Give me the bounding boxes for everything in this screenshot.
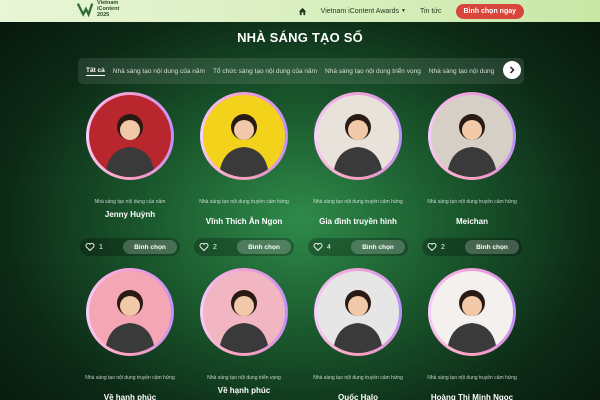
tabs-next-button[interactable] bbox=[503, 61, 521, 79]
heart-icon[interactable] bbox=[85, 242, 95, 252]
vote-count: 4 bbox=[327, 243, 331, 251]
person-photo-icon bbox=[447, 114, 497, 177]
nav-awards-label: Vietnam iContent Awards bbox=[320, 7, 399, 15]
avatar-ring bbox=[428, 268, 516, 356]
avatar-ring bbox=[200, 92, 288, 180]
creator-category: Nhà sáng tạo nội dung truyền cảm hứng bbox=[427, 199, 517, 205]
creator-name[interactable]: Về hạnh phúc bbox=[80, 393, 180, 400]
person-photo-icon bbox=[219, 290, 269, 353]
vote-button[interactable]: Bình chọn bbox=[237, 240, 291, 254]
creator-name[interactable]: Hoàng Thị Minh Ngọc bbox=[422, 393, 522, 400]
person-photo-icon bbox=[333, 290, 383, 353]
page-title: NHÀ SÁNG TẠO SỐ bbox=[237, 30, 363, 45]
heart-icon[interactable] bbox=[199, 242, 209, 252]
nav-awards[interactable]: Vietnam iContent Awards ▼ bbox=[321, 8, 406, 15]
tab-organization-of-year[interactable]: Tổ chức sáng tạo nội dung của năm bbox=[213, 68, 317, 75]
vote-button[interactable]: Bình chọn bbox=[465, 240, 519, 254]
creator-category: Nhà sáng tạo nội dung truyền cảm hứng bbox=[427, 375, 517, 381]
avatar[interactable] bbox=[431, 271, 513, 353]
logo-line-3: 2025 bbox=[97, 12, 110, 18]
logo-text: Vietnam iContent 2025 bbox=[97, 0, 119, 18]
avatar[interactable] bbox=[203, 95, 285, 177]
heart-icon[interactable] bbox=[313, 242, 323, 252]
vote-bar: 2 Bình chọn bbox=[194, 238, 294, 256]
avatar[interactable] bbox=[89, 271, 171, 353]
tab-all[interactable]: Tất cả bbox=[86, 67, 105, 76]
vote-button[interactable]: Bình chọn bbox=[123, 240, 177, 254]
tab-creator[interactable]: Nhà sáng tạo nội dung bbox=[429, 68, 494, 75]
vote-bar: 2 Bình chọn bbox=[422, 238, 522, 256]
avatar-ring bbox=[428, 92, 516, 180]
creator-name[interactable]: Gia đình truyền hình bbox=[308, 217, 408, 226]
top-navigation-bar: Vietnam iContent 2025 Vietnam iContent A… bbox=[0, 0, 600, 22]
creator-name[interactable]: Về hạnh phúc bbox=[194, 386, 294, 395]
vote-now-button[interactable]: Bình chọn ngay bbox=[455, 3, 524, 19]
tab-promising-creator[interactable]: Nhà sáng tạo nội dung triển vọng bbox=[325, 68, 421, 75]
avatar-ring bbox=[86, 92, 174, 180]
avatar[interactable] bbox=[317, 95, 399, 177]
creator-category: Nhà sáng tạo nội dung của năm bbox=[94, 199, 166, 205]
vote-count: 1 bbox=[99, 243, 103, 251]
avatar-ring bbox=[314, 92, 402, 180]
creator-name[interactable]: Quốc Halo bbox=[308, 393, 408, 400]
vote-button[interactable]: Bình chọn bbox=[351, 240, 405, 254]
avatar[interactable] bbox=[431, 95, 513, 177]
logo-mark-icon bbox=[76, 3, 94, 18]
person-photo-icon bbox=[333, 114, 383, 177]
home-icon[interactable] bbox=[298, 7, 307, 16]
category-tabs: Tất cả Nhà sáng tạo nội dung của năm Tổ … bbox=[78, 58, 524, 84]
creator-category: Nhà sáng tạo nội dung truyền cảm hứng bbox=[313, 199, 403, 205]
avatar[interactable] bbox=[317, 271, 399, 353]
creator-category: Nhà sáng tạo nội dung truyền cảm hứng bbox=[313, 375, 403, 381]
avatar-ring bbox=[314, 268, 402, 356]
person-photo-icon bbox=[105, 290, 155, 353]
person-photo-icon bbox=[105, 114, 155, 177]
creator-name[interactable]: Jenny Huỳnh bbox=[80, 210, 180, 219]
vote-bar: 1 Bình chọn bbox=[80, 238, 180, 256]
creator-name[interactable]: Meichan bbox=[422, 217, 522, 226]
avatar[interactable] bbox=[203, 271, 285, 353]
avatar-ring bbox=[86, 268, 174, 356]
chevron-down-icon: ▼ bbox=[401, 8, 406, 14]
tab-creator-of-year[interactable]: Nhà sáng tạo nội dung của năm bbox=[113, 68, 205, 75]
person-photo-icon bbox=[219, 114, 269, 177]
vote-count: 2 bbox=[213, 243, 217, 251]
heart-icon[interactable] bbox=[427, 242, 437, 252]
logo[interactable]: Vietnam iContent 2025 bbox=[76, 0, 119, 18]
person-photo-icon bbox=[447, 290, 497, 353]
creator-category: Nhà sáng tạo nội dung triển vọng bbox=[207, 375, 281, 381]
avatar[interactable] bbox=[89, 95, 171, 177]
creator-category: Nhà sáng tạo nội dung truyền cảm hứng bbox=[199, 199, 289, 205]
creator-category: Nhà sáng tạo nội dung truyền cảm hứng bbox=[85, 375, 175, 381]
chevron-right-icon bbox=[509, 66, 515, 74]
vote-count: 2 bbox=[441, 243, 445, 251]
avatar-ring bbox=[200, 268, 288, 356]
nav-news[interactable]: Tin tức bbox=[420, 8, 442, 15]
main-nav: Vietnam iContent Awards ▼ Tin tức Bình c… bbox=[298, 1, 524, 21]
vote-bar: 4 Bình chọn bbox=[308, 238, 408, 256]
creator-name[interactable]: Vĩnh Thích Ăn Ngon bbox=[194, 217, 294, 226]
